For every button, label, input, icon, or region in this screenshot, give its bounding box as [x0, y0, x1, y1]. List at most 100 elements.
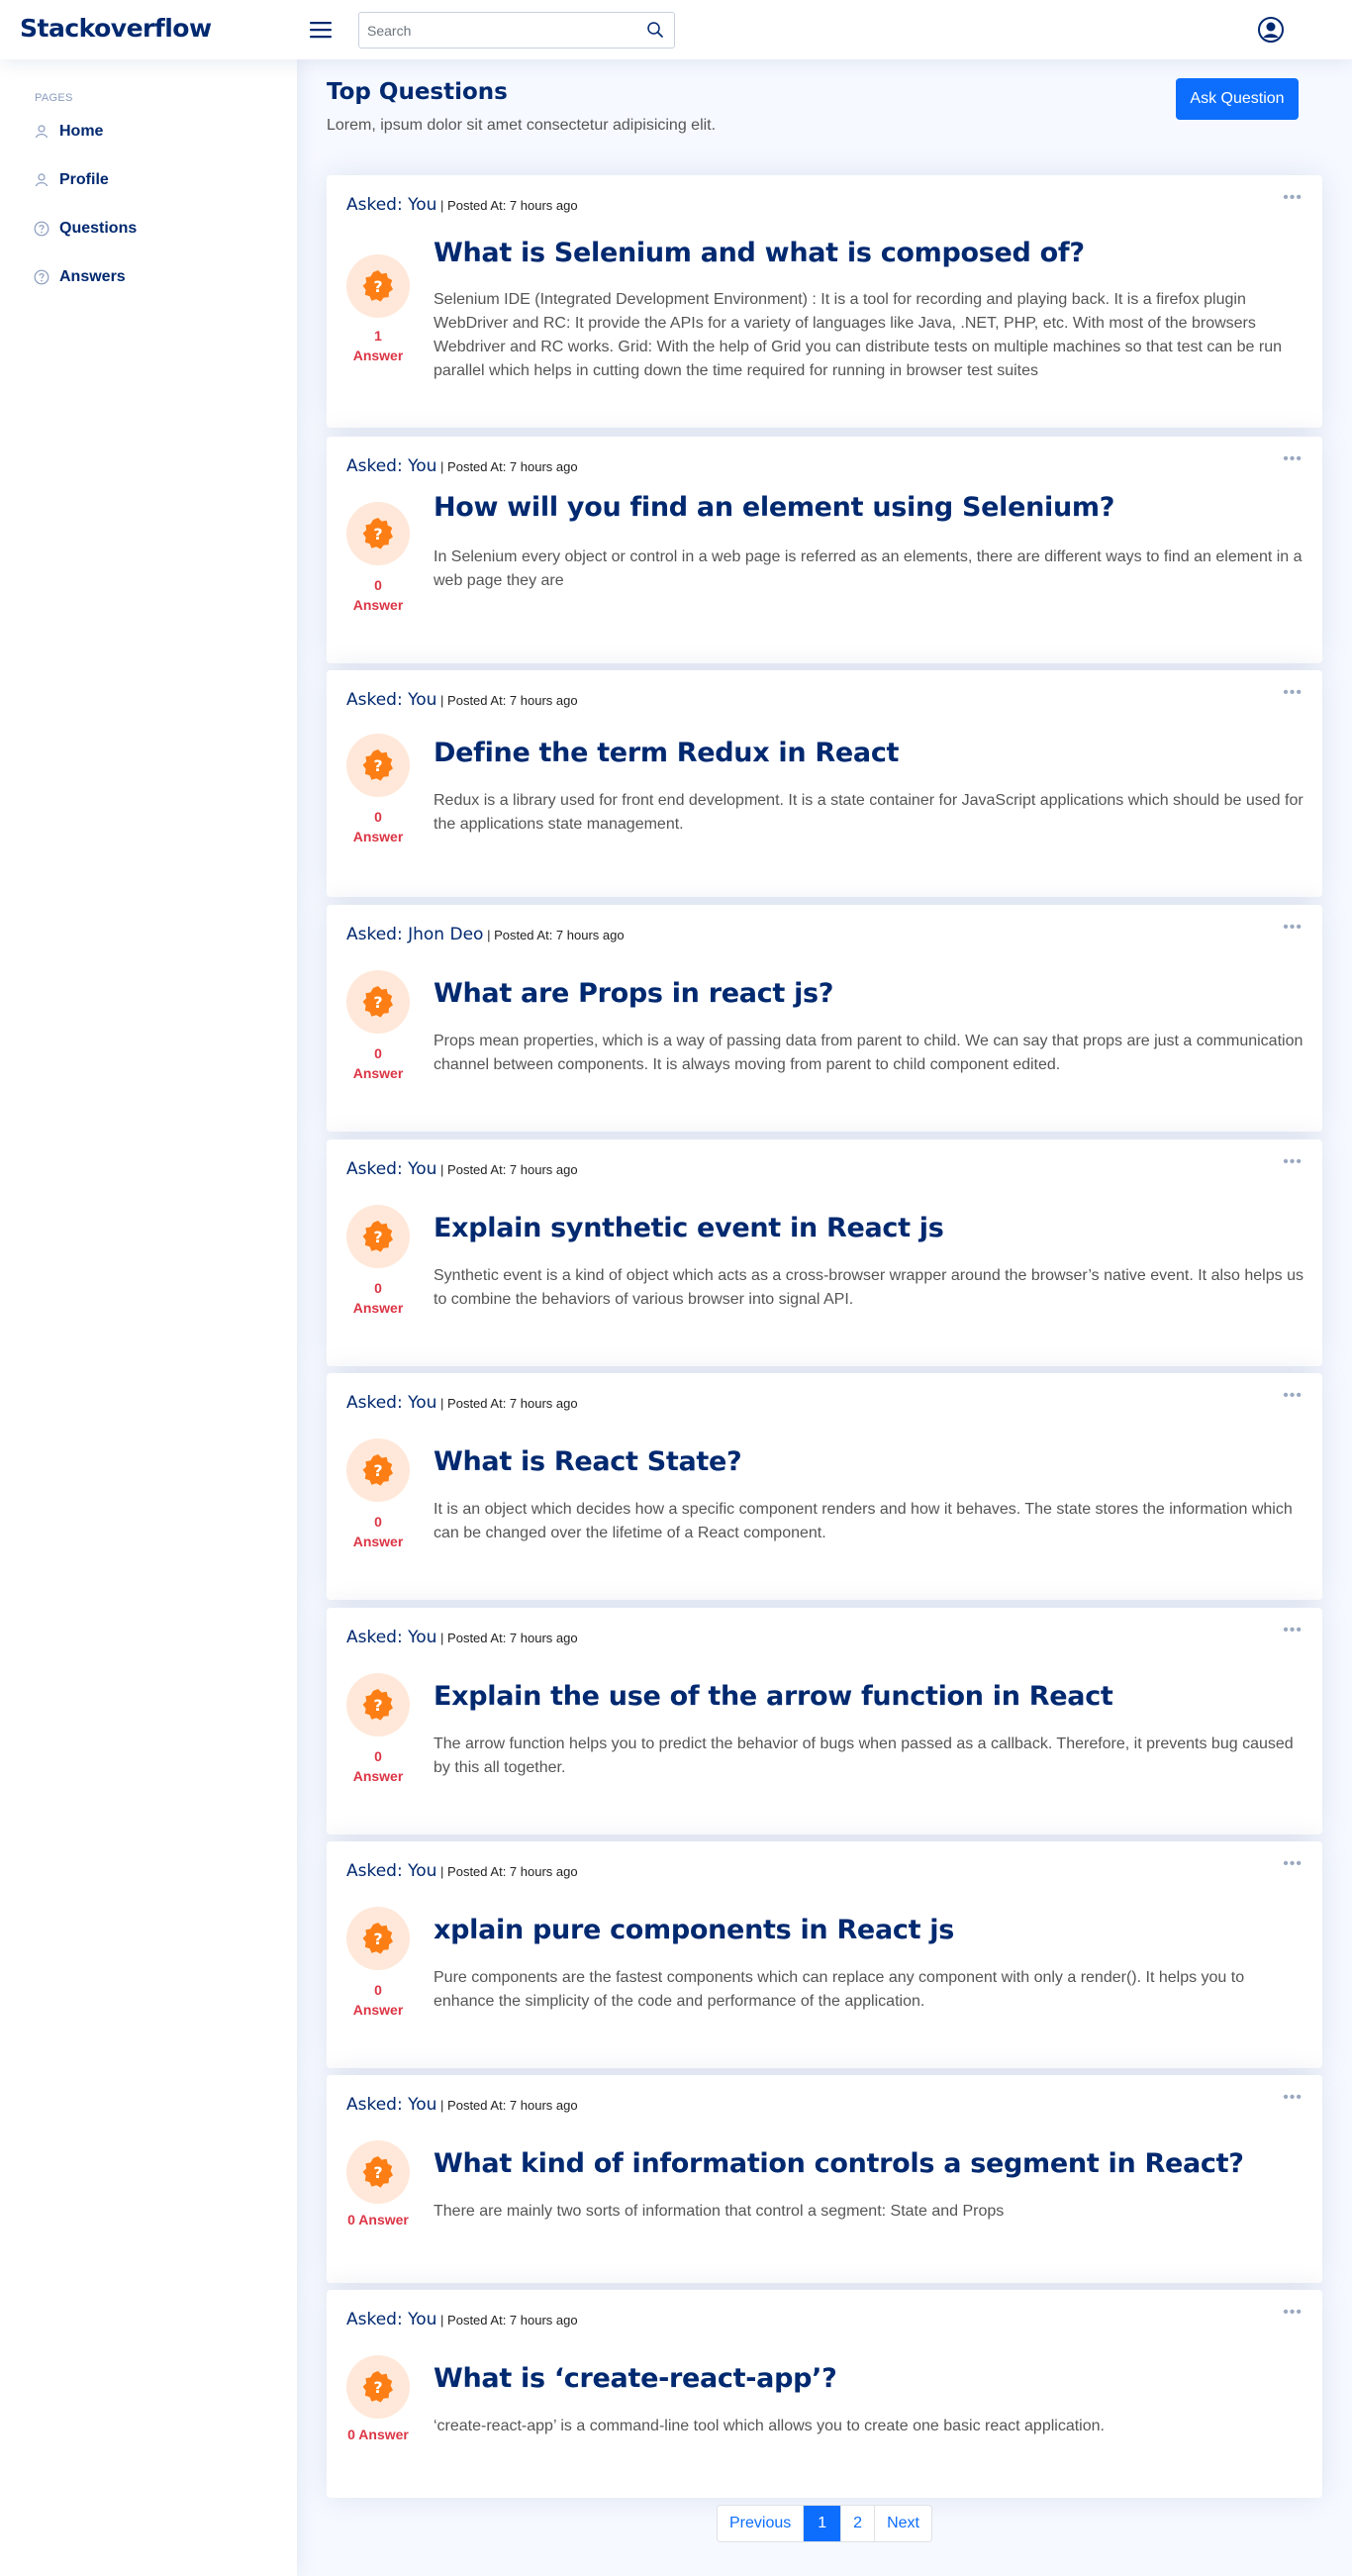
answer-count: 0 Answer [346, 575, 410, 615]
question-meta: Asked: You | Posted At: 7 hours ago [346, 456, 578, 476]
asked-by[interactable]: Asked: Jhon Deo [346, 925, 483, 944]
more-options-icon[interactable]: ••• [1283, 1153, 1303, 1171]
question-title[interactable]: What is Selenium and what is composed of… [434, 238, 1085, 268]
sidebar: PAGES Home Profile Questions Answers [0, 59, 297, 2576]
pagination-page-1[interactable]: 1 [804, 2506, 842, 2541]
meta-separator: | [440, 1396, 448, 1411]
asked-by[interactable]: Asked: You [346, 1159, 436, 1179]
answer-count-label: Answer [352, 597, 404, 613]
answer-count: 0 Answer [346, 1980, 410, 2020]
sidebar-item-profile[interactable]: Profile [20, 160, 277, 200]
question-title[interactable]: What is React State? [434, 1446, 742, 1477]
meta-separator: | [440, 1864, 448, 1879]
question-title[interactable]: What kind of information controls a segm… [434, 2148, 1244, 2179]
question-title[interactable]: Explain synthetic event in React js [434, 1213, 944, 1243]
question-body: There are mainly two sorts of informatio… [434, 2203, 1005, 2220]
sidebar-item-home[interactable]: Home [20, 112, 277, 151]
question-title[interactable]: What are Props in react js? [434, 978, 833, 1009]
question-card: Asked: You | Posted At: 7 hours ago ••• … [327, 1841, 1322, 2068]
pagination-next[interactable]: Next [875, 2506, 931, 2541]
pagination-page-2[interactable]: 2 [841, 2506, 876, 2541]
meta-separator: | [440, 2098, 448, 2113]
asked-by[interactable]: Asked: You [346, 1628, 436, 1647]
question-card: Asked: You | Posted At: 7 hours ago ••• … [327, 670, 1322, 897]
posted-at: Posted At: 7 hours ago [447, 1396, 578, 1411]
question-title[interactable]: Explain the use of the arrow function in… [434, 1681, 1113, 1712]
question-badge-icon: ? [346, 1438, 410, 1502]
more-options-icon[interactable]: ••• [1283, 189, 1303, 207]
asked-by[interactable]: Asked: You [346, 1393, 436, 1413]
question-body: Synthetic event is a kind of object whic… [434, 1267, 1304, 1308]
question-title[interactable]: What is ‘create-react-app’? [434, 2363, 837, 2394]
answer-count-number: 0 [347, 2212, 355, 2228]
nav-heading: PAGES [35, 92, 73, 104]
menu-toggle-icon[interactable] [309, 18, 333, 42]
asked-by[interactable]: Asked: You [346, 2095, 436, 2115]
answer-count-label: Answer [358, 2427, 409, 2442]
question-meta: Asked: You | Posted At: 7 hours ago [346, 195, 578, 215]
asked-by[interactable]: Asked: You [346, 2310, 436, 2329]
answer-count: 1 Answer [346, 326, 410, 365]
more-options-icon[interactable]: ••• [1283, 684, 1303, 702]
more-options-icon[interactable]: ••• [1283, 1855, 1303, 1873]
pagination-previous[interactable]: Previous [718, 2506, 805, 2541]
more-options-icon[interactable]: ••• [1283, 1387, 1303, 1405]
asked-by[interactable]: Asked: You [346, 195, 436, 215]
asked-by[interactable]: Asked: You [346, 456, 436, 476]
posted-at: Posted At: 7 hours ago [447, 2313, 578, 2328]
meta-separator: | [440, 2313, 448, 2328]
sidebar-item-answers[interactable]: Answers [20, 257, 277, 297]
sidebar-item-questions[interactable]: Questions [20, 209, 277, 248]
question-body: The arrow function helps you to predict … [434, 1735, 1294, 1776]
question-meta: Asked: You | Posted At: 7 hours ago [346, 1628, 578, 1647]
answer-count-number: 0 [374, 1045, 382, 1061]
question-circle-icon [34, 221, 49, 237]
question-circle-icon [34, 269, 49, 285]
question-card: Asked: You | Posted At: 7 hours ago ••• … [327, 2075, 1322, 2283]
svg-text:?: ? [373, 2163, 382, 2182]
question-badge-icon: ? [346, 254, 410, 318]
ask-question-button[interactable]: Ask Question [1176, 78, 1299, 120]
question-title[interactable]: Define the term Redux in React [434, 738, 899, 768]
search-icon[interactable] [646, 21, 666, 41]
more-options-icon[interactable]: ••• [1283, 919, 1303, 937]
answer-count-number: 0 [374, 809, 382, 825]
question-badge-icon: ? [346, 2140, 410, 2204]
svg-text:?: ? [373, 756, 382, 775]
question-body: Pure components are the fastest componen… [434, 1969, 1245, 2010]
answer-count-number: 0 [374, 1280, 382, 1296]
page-title: Top Questions [327, 79, 508, 105]
question-meta: Asked: You | Posted At: 7 hours ago [346, 1159, 578, 1179]
page-subtitle: Lorem, ipsum dolor sit amet consectetur … [327, 117, 717, 134]
question-card: Asked: You | Posted At: 7 hours ago ••• … [327, 175, 1322, 428]
question-card: Asked: You | Posted At: 7 hours ago ••• … [327, 1373, 1322, 1600]
brand-logo[interactable]: Stackoverflow [20, 14, 212, 43]
answer-count: 0 Answer [346, 807, 410, 846]
answer-count-label: Answer [352, 2002, 404, 2018]
top-header: Stackoverflow [0, 0, 1352, 59]
asked-by[interactable]: Asked: You [346, 1861, 436, 1881]
question-title[interactable]: How will you find an element using Selen… [434, 492, 1114, 523]
question-body: Redux is a library used for front end de… [434, 792, 1304, 833]
more-options-icon[interactable]: ••• [1283, 1622, 1303, 1639]
answer-count-label: Answer [358, 2212, 409, 2228]
svg-text:?: ? [373, 277, 382, 296]
question-title[interactable]: xplain pure components in React js [434, 1915, 954, 1945]
question-card: Asked: You | Posted At: 7 hours ago ••• … [327, 1139, 1322, 1366]
question-badge-icon: ? [346, 502, 410, 565]
more-options-icon[interactable]: ••• [1283, 450, 1303, 468]
more-options-icon[interactable]: ••• [1283, 2089, 1303, 2107]
question-body: ‘create-react-app’ is a command-line too… [434, 2418, 1105, 2434]
meta-separator: | [440, 198, 448, 213]
question-meta: Asked: You | Posted At: 7 hours ago [346, 1861, 578, 1881]
posted-at: Posted At: 7 hours ago [447, 693, 578, 708]
question-card: Asked: Jhon Deo | Posted At: 7 hours ago… [327, 905, 1322, 1132]
search-input[interactable] [359, 13, 636, 48]
asked-by[interactable]: Asked: You [346, 690, 436, 710]
question-badge-icon: ? [346, 1907, 410, 1970]
more-options-icon[interactable]: ••• [1283, 2304, 1303, 2322]
user-avatar-icon[interactable] [1257, 16, 1285, 44]
person-icon [34, 172, 49, 188]
question-body: Props mean properties, which is a way of… [434, 1033, 1304, 1073]
answer-count: 0 Answer [337, 2210, 420, 2229]
